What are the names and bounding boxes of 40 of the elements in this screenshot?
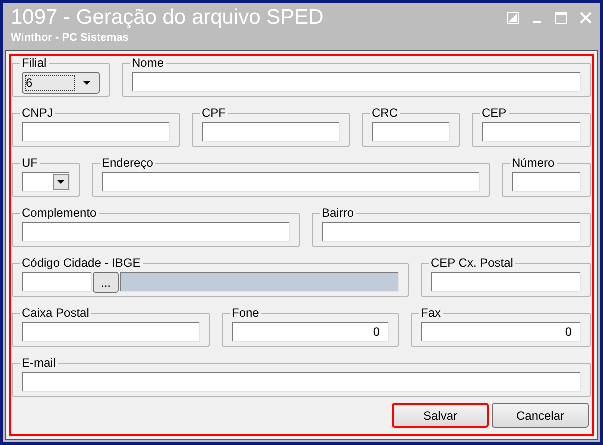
input-field[interactable] xyxy=(22,372,581,392)
input-field[interactable] xyxy=(102,172,480,192)
field-label: CEP xyxy=(480,106,509,120)
input-field[interactable] xyxy=(22,272,92,292)
field-label: Endereço xyxy=(100,156,156,170)
dialog-button[interactable]: Salvar xyxy=(392,403,489,428)
input-field[interactable] xyxy=(22,222,290,242)
field-label: Número xyxy=(510,156,557,170)
input-field[interactable] xyxy=(202,122,340,142)
dropdown[interactable] xyxy=(22,172,70,192)
input-field[interactable] xyxy=(431,272,581,292)
field-label: Complemento xyxy=(20,206,99,220)
field-label: CNPJ xyxy=(20,106,56,120)
field-label: Código Cidade - IBGE xyxy=(20,256,143,270)
input-field[interactable] xyxy=(132,72,581,92)
field-label: Bairro xyxy=(320,206,356,220)
input-field[interactable] xyxy=(512,172,581,192)
input-field[interactable] xyxy=(22,122,170,142)
field-label: Filial xyxy=(20,56,49,70)
field-label: Nome xyxy=(130,56,166,70)
field-label: E-mail xyxy=(20,356,58,370)
input-field[interactable] xyxy=(322,222,581,242)
field-label: Fone xyxy=(230,306,262,320)
input-field[interactable] xyxy=(482,122,581,142)
lookup-button[interactable]: ... xyxy=(93,272,119,293)
input-field[interactable]: 0 xyxy=(232,322,389,342)
input-field[interactable]: 0 xyxy=(421,322,581,342)
field-label: CRC xyxy=(370,106,400,120)
field-label: Fax xyxy=(419,306,444,320)
input-field[interactable] xyxy=(372,122,450,142)
input-field[interactable] xyxy=(22,322,200,342)
window-subtitle: Winthor - PC Sistemas xyxy=(11,31,129,45)
field-label: UF xyxy=(20,156,40,170)
window-title: 1097 - Geração do arquivo SPED xyxy=(11,5,324,31)
field-label: Caixa Postal xyxy=(20,306,92,320)
selected-value: 6 xyxy=(25,75,75,91)
dialog-button[interactable]: Cancelar xyxy=(492,403,589,428)
field-label: CPF xyxy=(200,106,228,120)
field-label: CEP Cx. Postal xyxy=(429,256,516,270)
dropdown[interactable]: 6 xyxy=(22,72,100,94)
